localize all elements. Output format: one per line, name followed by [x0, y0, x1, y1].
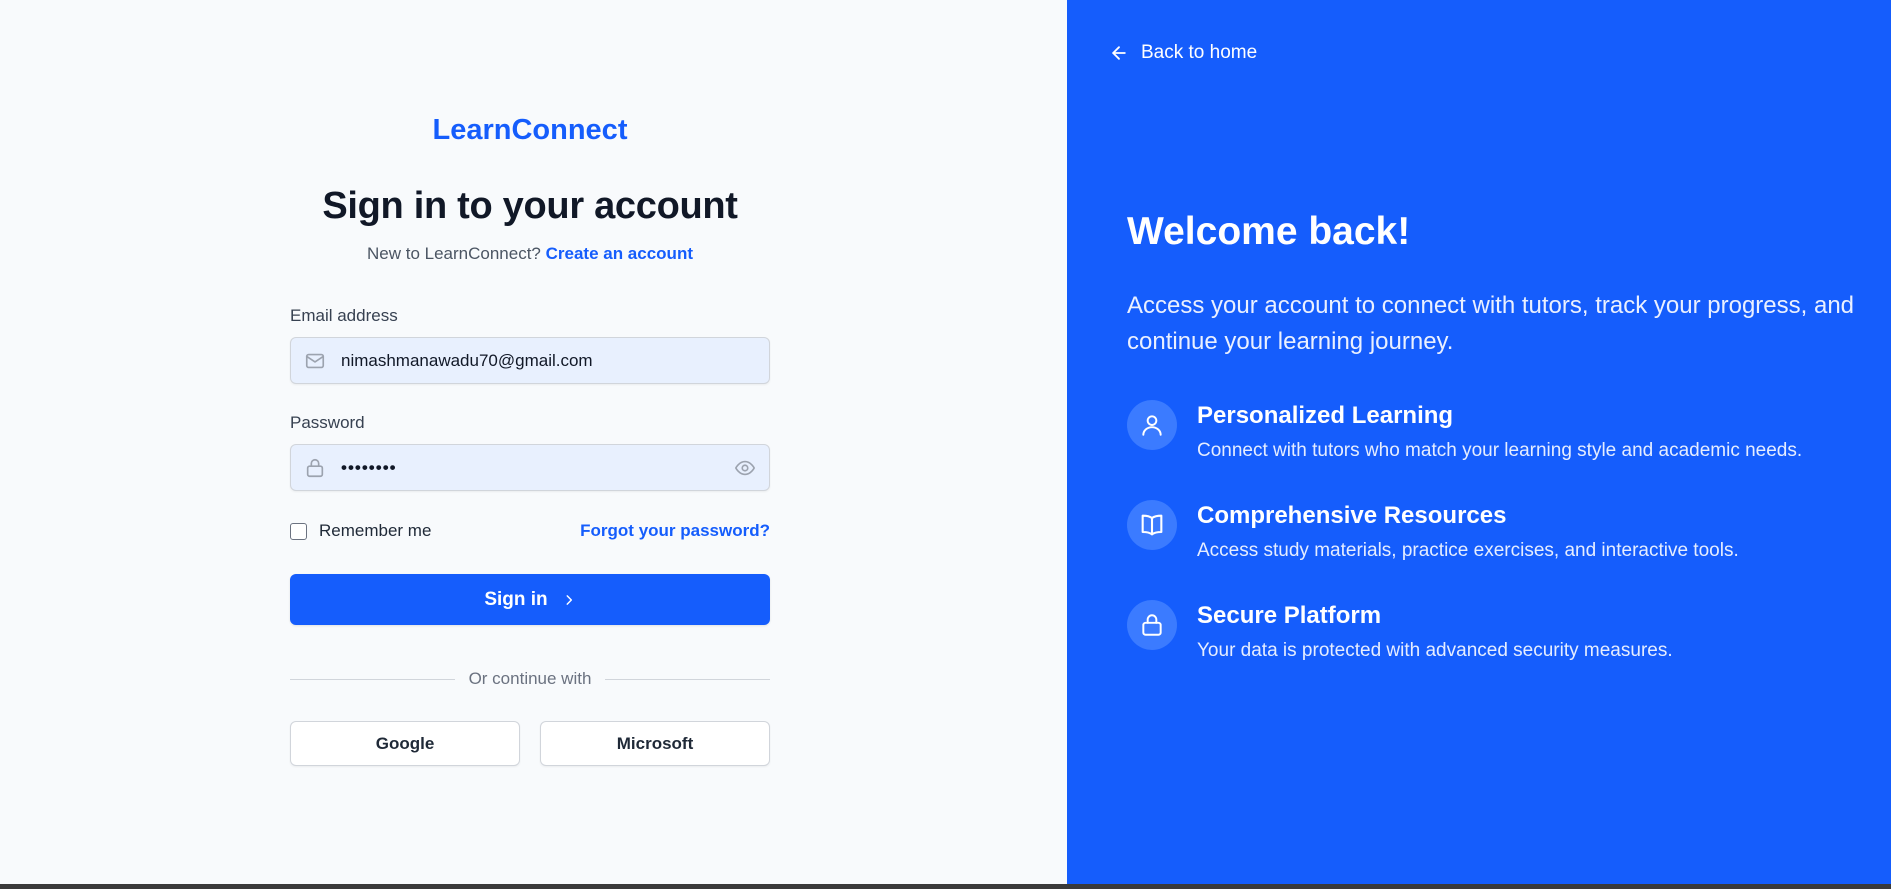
- lock-icon: [1142, 614, 1162, 636]
- feature-personalized-learning: Personalized Learning Connect with tutor…: [1127, 400, 1867, 461]
- mail-icon: [305, 353, 325, 369]
- microsoft-button[interactable]: Microsoft: [540, 721, 770, 766]
- feature-description: Access study materials, practice exercis…: [1197, 540, 1739, 561]
- email-value: nimashmanawadu70@gmail.com: [341, 351, 593, 370]
- signup-prompt-text: New to LearnConnect?: [366, 244, 541, 263]
- email-field[interactable]: nimashmanawadu70@gmail.com: [290, 337, 770, 384]
- remember-checkbox[interactable]: [290, 522, 307, 540]
- brand-logo[interactable]: LearnConnect: [290, 110, 770, 150]
- divider: Or continue with: [290, 669, 770, 689]
- remember-me[interactable]: Remember me: [290, 521, 431, 541]
- feature-title: Personalized Learning: [1197, 402, 1454, 429]
- signup-prompt: New to LearnConnect? Create an account: [290, 244, 770, 264]
- feature-badge: [1127, 600, 1177, 650]
- password-label: Password: [290, 413, 365, 432]
- forgot-password-link[interactable]: Forgot your password?: [580, 521, 770, 541]
- back-to-home-link[interactable]: Back to home: [1109, 42, 1257, 64]
- feature-secure-platform: Secure Platform Your data is protected w…: [1127, 600, 1867, 661]
- eye-icon[interactable]: [734, 457, 756, 479]
- feature-badge: [1127, 500, 1177, 550]
- chevron-right-icon: [566, 594, 572, 605]
- user-icon: [1142, 415, 1162, 436]
- divider-text: Or continue with: [468, 669, 592, 688]
- feature-title: Comprehensive Resources: [1197, 502, 1507, 529]
- feature-description: Your data is protected with advanced sec…: [1197, 640, 1673, 661]
- window-bottom-edge: [0, 884, 1891, 889]
- password-field[interactable]: ••••••••: [290, 444, 770, 491]
- back-to-home-label: Back to home: [1141, 42, 1258, 63]
- welcome-panel: Back to home Welcome back! Access your a…: [1067, 0, 1891, 884]
- google-button[interactable]: Google: [290, 721, 520, 766]
- email-label: Email address: [290, 306, 398, 325]
- remember-label: Remember me: [319, 521, 432, 540]
- signin-button[interactable]: Sign in: [290, 574, 770, 625]
- feature-badge: [1127, 400, 1177, 450]
- feature-title: Secure Platform: [1197, 602, 1382, 629]
- feature-comprehensive-resources: Comprehensive Resources Access study mat…: [1127, 500, 1867, 561]
- page-title: Sign in to your account: [322, 185, 738, 227]
- book-icon: [1141, 514, 1163, 536]
- password-value: ••••••••: [341, 458, 397, 477]
- signin-button-label: Sign in: [484, 588, 548, 610]
- signin-form: LearnConnect Sign in to your account New…: [290, 110, 770, 766]
- create-account-link[interactable]: Create an account: [546, 244, 693, 263]
- feature-description: Connect with tutors who match your learn…: [1197, 440, 1803, 461]
- arrow-left-icon: [1112, 46, 1126, 60]
- signin-panel: LearnConnect Sign in to your account New…: [0, 0, 1067, 884]
- welcome-heading: Welcome back!: [1127, 210, 1411, 253]
- lock-icon: [306, 458, 324, 478]
- welcome-intro: Access your account to connect with tuto…: [1127, 292, 1855, 355]
